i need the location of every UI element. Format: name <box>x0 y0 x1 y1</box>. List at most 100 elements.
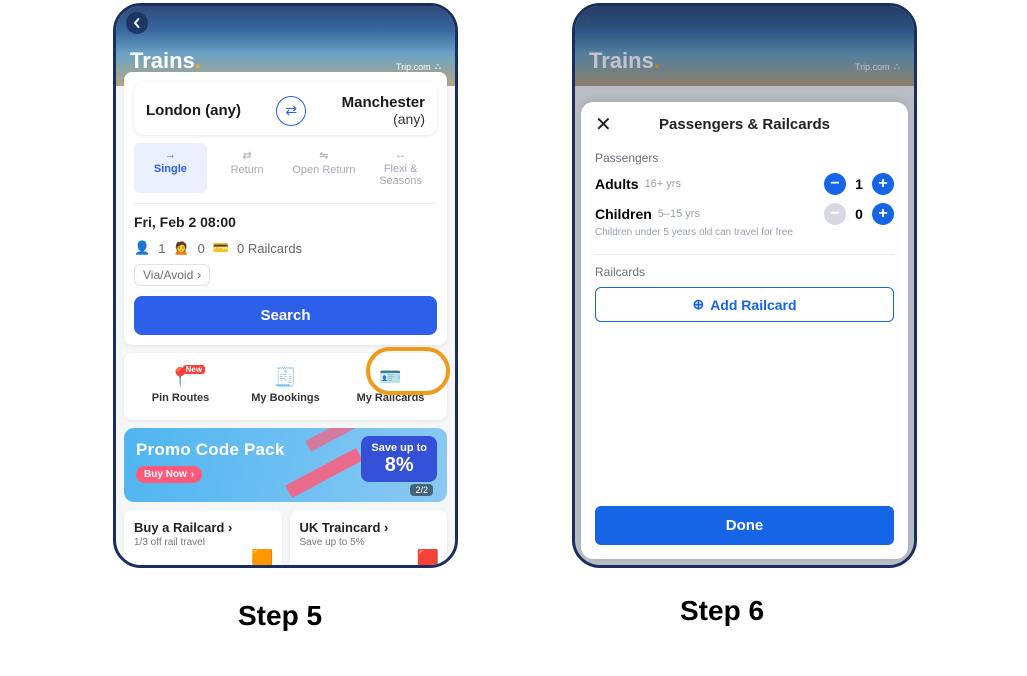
pin-routes-button[interactable]: 📍New Pin Routes <box>128 363 233 410</box>
sheet-title: Passengers & Railcards <box>659 116 830 133</box>
buy-now-button[interactable]: Buy Now › <box>136 466 202 483</box>
passengers-sheet: ✕ Passengers & Railcards Passengers Adul… <box>581 102 908 559</box>
bottom-cards: Buy a Railcard › 1/3 off rail travel 🟧 U… <box>124 510 447 568</box>
open-return-icon: ⇋ <box>290 149 359 162</box>
section-railcards-label: Railcards <box>595 254 894 279</box>
children-hint: 5–15 yrs <box>658 208 700 220</box>
via-label: Via/Avoid <box>143 268 193 282</box>
adults-row: Adults 16+ yrs − 1 + <box>595 173 894 195</box>
uk-traincard-sub: Save up to 5% <box>300 537 438 548</box>
railcards-count: 0 Railcards <box>237 241 302 256</box>
children-value: 0 <box>846 206 872 222</box>
close-icon: ✕ <box>595 114 612 136</box>
chevron-right-icon: › <box>191 469 194 480</box>
section-passengers-label: Passengers <box>595 151 894 165</box>
done-button[interactable]: Done <box>595 506 894 545</box>
bookings-icon: 🧾 <box>233 367 338 388</box>
person-icon: 👤 <box>134 240 150 256</box>
pin-icon: 📍New <box>128 367 233 388</box>
sheet-header: ✕ Passengers & Railcards <box>595 116 894 143</box>
children-minus-button[interactable]: − <box>824 203 846 225</box>
card-icon: 💳 <box>213 240 229 256</box>
minus-icon: − <box>830 205 839 223</box>
new-badge: New <box>183 365 205 374</box>
close-button[interactable]: ✕ <box>595 112 612 137</box>
highlight-ring <box>366 347 450 395</box>
add-railcard-button[interactable]: ⊕ Add Railcard <box>595 287 894 322</box>
chevron-right-icon: › <box>384 520 388 535</box>
quick-links-card: 📍New Pin Routes 🧾 My Bookings 🪪 My Railc… <box>124 353 447 420</box>
chevron-right-icon: › <box>197 268 201 282</box>
adults-value: 1 <box>846 176 872 192</box>
buy-railcard-title: Buy a Railcard <box>134 520 224 535</box>
datetime-picker[interactable]: Fri, Feb 2 08:00 <box>134 203 437 230</box>
save-label: Save up to <box>371 442 427 454</box>
adults-label: Adults <box>595 176 639 192</box>
add-railcard-label: Add Railcard <box>710 297 796 313</box>
children-label: Children <box>595 206 652 222</box>
railcard-art-icon: 🟧 <box>251 549 273 568</box>
adults-minus-button[interactable]: − <box>824 173 846 195</box>
swap-icon: ⇄ <box>213 149 282 162</box>
promo-banner[interactable]: Promo Code Pack Buy Now› Save up to 8% 2… <box>124 428 447 502</box>
step6-caption: Step 6 <box>680 595 764 627</box>
to-station[interactable]: Manchester (any) <box>342 94 425 127</box>
buy-now-label: Buy Now <box>144 469 187 480</box>
step5-caption: Step 5 <box>238 600 322 632</box>
children-plus-button[interactable]: + <box>872 203 894 225</box>
to-text-1: Manchester <box>342 94 425 111</box>
brand-text: Trip.com <box>396 62 431 72</box>
nationalrail-icon: ⛬ <box>435 61 441 72</box>
plus-circle-icon: ⊕ <box>692 296 704 313</box>
from-text: London (any) <box>146 102 241 119</box>
children-row: Children 5–15 yrs − 0 + <box>595 203 894 225</box>
child-icon: 🙍 <box>173 240 189 256</box>
save-percent: 8% <box>371 454 427 476</box>
arrow-right-icon: → <box>136 149 205 161</box>
my-bookings-label: My Bookings <box>251 392 319 404</box>
via-avoid-chip[interactable]: Via/Avoid › <box>134 264 210 286</box>
pin-routes-label: Pin Routes <box>152 392 209 404</box>
passenger-summary[interactable]: 👤 1 🙍 0 💳 0 Railcards <box>134 240 437 256</box>
step6-phone: ‹ Trains. Trip.com⛬ ✕ Passengers & Railc… <box>572 3 917 568</box>
children-note: Children under 5 years old can travel fo… <box>595 227 894 238</box>
tab-flexi[interactable]: ↔ Flexi & Seasons <box>364 143 437 193</box>
buy-railcard-card[interactable]: Buy a Railcard › 1/3 off rail travel 🟧 <box>124 510 282 568</box>
flexi-icon: ↔ <box>366 149 435 161</box>
back-button[interactable] <box>126 12 148 34</box>
save-badge: Save up to 8% <box>361 436 437 482</box>
search-card: London (any) ⇄ Manchester (any) → Single … <box>124 72 447 345</box>
plus-icon: + <box>878 175 887 193</box>
adults-hint: 16+ yrs <box>645 178 681 190</box>
my-bookings-button[interactable]: 🧾 My Bookings <box>233 363 338 410</box>
brand-label: Trip.com ⛬ <box>396 61 441 72</box>
trip-type-tabs: → Single ⇄ Return ⇋ Open Return ↔ Flexi & Se… <box>134 143 437 193</box>
adults-count: 1 <box>158 241 165 256</box>
search-button[interactable]: Search <box>134 296 437 335</box>
children-count: 0 <box>198 241 205 256</box>
chevron-left-icon <box>132 18 142 28</box>
tab-return[interactable]: ⇄ Return <box>211 143 284 193</box>
buy-railcard-sub: 1/3 off rail travel <box>134 537 272 548</box>
to-text-2: (any) <box>342 111 425 127</box>
from-station[interactable]: London (any) <box>146 102 241 119</box>
tab-single[interactable]: → Single <box>134 143 207 193</box>
step5-phone: Trains. Trip.com ⛬ London (any) ⇄ Manches… <box>113 3 458 568</box>
swap-button[interactable]: ⇄ <box>276 96 306 126</box>
tab-flexi-label: Flexi & Seasons <box>379 163 422 187</box>
tab-open-return[interactable]: ⇋ Open Return <box>288 143 361 193</box>
plus-icon: + <box>878 205 887 223</box>
hero-title: Trains. <box>130 48 201 74</box>
stations-row: London (any) ⇄ Manchester (any) <box>134 82 437 135</box>
hero-dot-icon: . <box>195 48 201 73</box>
uk-traincard-card[interactable]: UK Traincard › Save up to 5% 🟥 <box>290 510 448 568</box>
tab-single-label: Single <box>154 163 187 175</box>
chevron-right-icon: › <box>228 520 232 535</box>
traincard-art-icon: 🟥 <box>417 549 439 568</box>
pager-indicator: 2/2 <box>410 484 433 496</box>
tab-open-label: Open Return <box>292 164 355 176</box>
swap-icon: ⇄ <box>285 102 297 119</box>
tab-return-label: Return <box>231 164 264 176</box>
minus-icon: − <box>830 175 839 193</box>
adults-plus-button[interactable]: + <box>872 173 894 195</box>
